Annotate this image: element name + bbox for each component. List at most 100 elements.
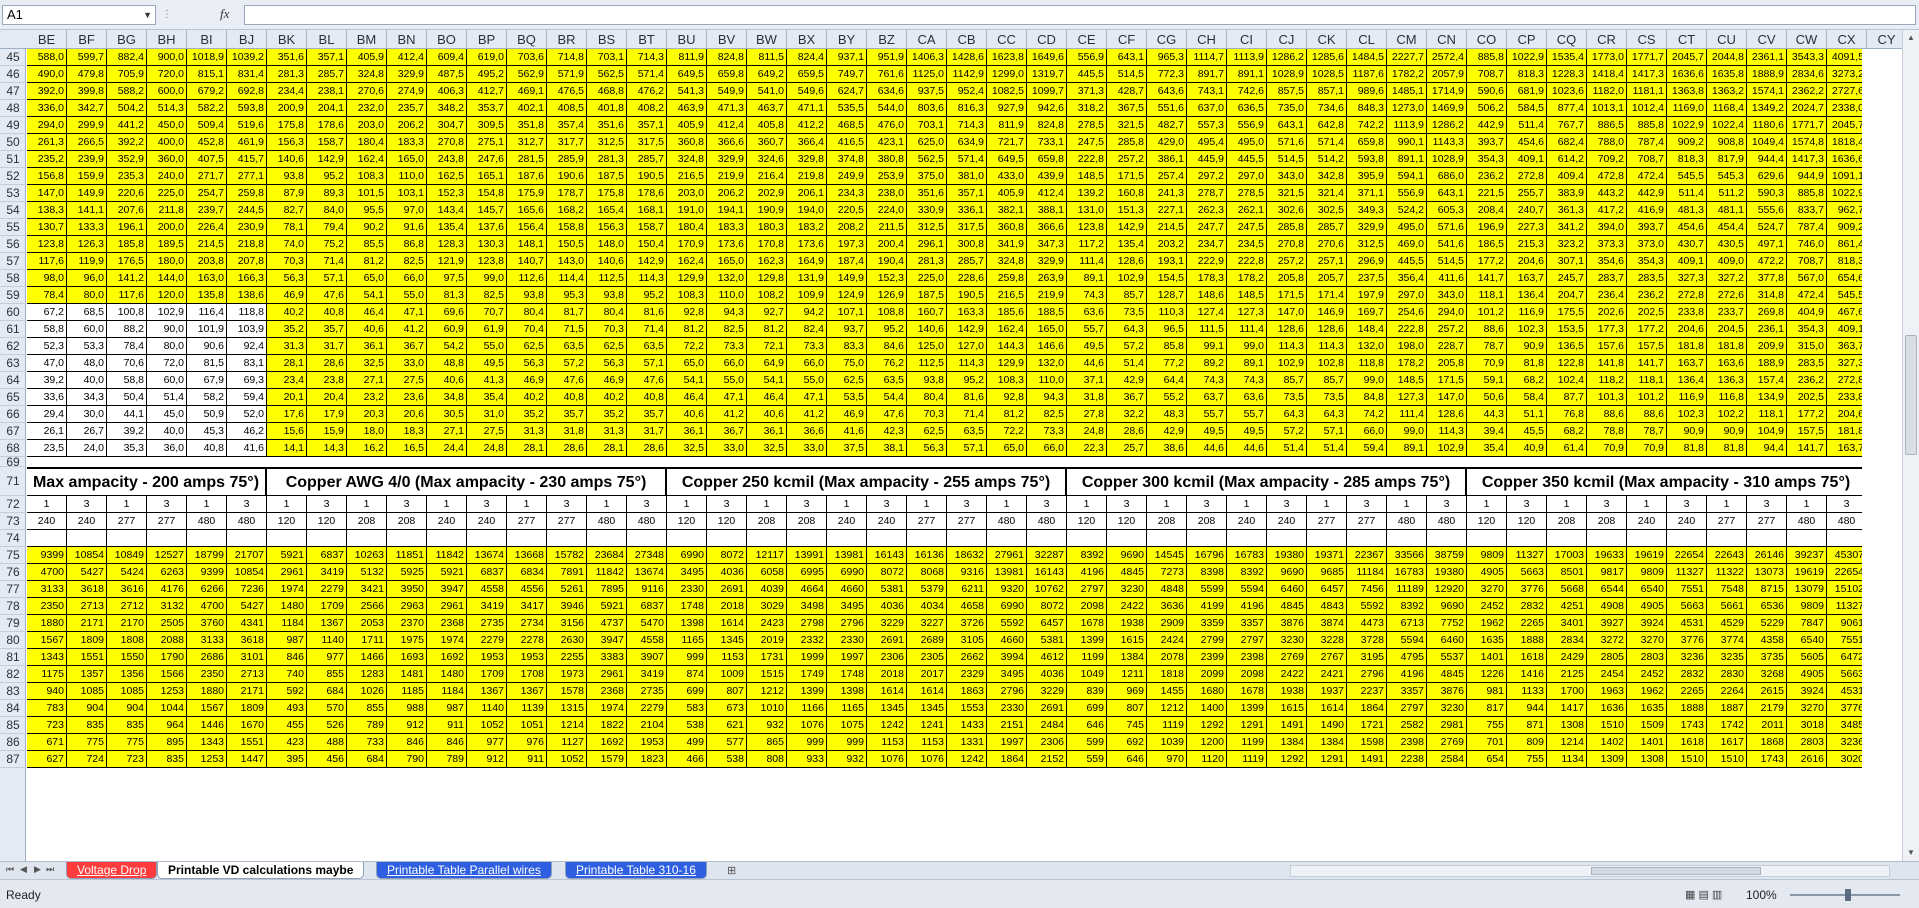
table-cell[interactable]: 74,0 [267,236,307,253]
table-cell[interactable]: 1214 [1547,734,1587,751]
table-cell[interactable]: 15,9 [307,423,347,440]
table-cell[interactable]: 1863 [947,683,987,700]
table-cell[interactable]: 2104 [627,717,667,734]
table-cell[interactable]: 619,0 [467,49,507,66]
table-cell[interactable]: 538 [707,751,747,768]
table-cell[interactable]: 1185 [387,683,427,700]
table-cell[interactable]: 1614 [1307,700,1347,717]
table-cell[interactable]: 101,3 [1587,389,1627,406]
table-cell[interactable]: 13981 [827,547,867,564]
table-cell[interactable]: 1143,3 [1427,134,1467,151]
table-cell[interactable]: 1455 [1147,683,1187,700]
table-cell[interactable]: 649,5 [987,151,1027,168]
table-cell[interactable]: 90,9 [1507,338,1547,355]
table-cell[interactable]: 526 [307,717,347,734]
table-cell[interactable]: 7551 [1667,581,1707,598]
table-cell[interactable]: 714,3 [947,117,987,134]
table-cell[interactable]: 1399 [787,683,827,700]
table-cell[interactable]: 19619 [1787,564,1827,581]
table-cell[interactable]: 433,0 [987,168,1027,185]
table-cell[interactable]: 1010 [747,700,787,717]
table-cell[interactable]: 2078 [1147,649,1187,666]
table-cell[interactable]: 277 [547,513,587,530]
table-cell[interactable]: 285,7 [947,253,987,270]
table-cell[interactable]: 18632 [947,547,987,564]
table-cell[interactable]: 1416 [1507,666,1547,683]
table-cell[interactable]: 16783 [1387,564,1427,581]
table-cell[interactable]: 32,5 [667,440,707,457]
table-cell[interactable]: 734,6 [1307,100,1347,117]
table-cell[interactable]: 555,6 [1747,202,1787,219]
table-cell[interactable]: 205,7 [1307,270,1347,287]
table-cell[interactable]: 999 [827,734,867,751]
table-cell[interactable]: 78,8 [1587,423,1627,440]
table-cell[interactable]: 1367 [507,683,547,700]
table-cell[interactable]: 138,6 [227,287,267,304]
table-cell[interactable]: 81,2 [667,321,707,338]
table-cell[interactable] [1107,530,1147,547]
table-cell[interactable]: 119,9 [67,253,107,270]
table-cell[interactable]: 571,4 [627,66,667,83]
table-cell[interactable]: 141,7 [1787,440,1827,457]
table-cell[interactable]: 123,8 [27,236,67,253]
column-header-cr[interactable]: CR [1587,30,1627,49]
table-cell[interactable]: 504,2 [107,100,147,117]
table-cell[interactable]: 2088 [147,632,187,649]
table-cell[interactable]: 132,0 [1347,338,1387,355]
table-cell[interactable]: 493 [267,700,307,717]
table-cell[interactable]: 4558 [467,581,507,598]
table-cell[interactable]: 148,4 [1347,321,1387,338]
table-cell[interactable]: 63,5 [867,372,907,389]
table-cell[interactable]: 83,3 [827,338,867,355]
table-cell[interactable]: 44,6 [1067,355,1107,372]
table-cell[interactable]: 277 [1347,513,1387,530]
table-cell[interactable]: 177,2 [1787,406,1827,423]
table-cell[interactable] [787,530,827,547]
table-cell[interactable]: 885,8 [1787,185,1827,202]
table-cell[interactable]: 9399 [27,547,67,564]
table-cell[interactable]: 1113,9 [1387,117,1427,134]
table-cell[interactable]: 15782 [547,547,587,564]
table-cell[interactable]: 41,2 [787,406,827,423]
table-cell[interactable]: 2484 [1027,717,1067,734]
table-cell[interactable]: 4039 [747,581,787,598]
table-cell[interactable]: 846 [427,734,467,751]
table-cell[interactable]: 1670 [227,717,267,734]
table-cell[interactable]: 214,5 [187,236,227,253]
table-cell[interactable]: 2727,6 [1827,83,1862,100]
table-cell[interactable]: 108,3 [987,372,1027,389]
table-cell[interactable]: 9809 [1627,564,1667,581]
table-cell[interactable]: 1 [107,496,147,513]
table-cell[interactable] [1147,530,1187,547]
table-cell[interactable]: 4473 [1347,615,1387,632]
table-cell[interactable]: 1184 [267,615,307,632]
table-cell[interactable]: 175,9 [507,185,547,202]
table-cell[interactable]: 1888 [1507,632,1547,649]
table-cell[interactable]: 70,7 [467,304,507,321]
table-cell[interactable]: 99,0 [467,270,507,287]
table-cell[interactable]: 158,8 [547,219,587,236]
table-cell[interactable]: 205,8 [1427,355,1467,372]
table-cell[interactable]: 988 [387,700,427,717]
table-cell[interactable]: 2961 [427,598,467,615]
table-cell[interactable]: 549,9 [707,83,747,100]
table-cell[interactable]: 5592 [987,615,1027,632]
table-cell[interactable]: 2151 [987,717,1027,734]
table-cell[interactable]: 165,0 [707,253,747,270]
table-cell[interactable]: 2057,9 [1427,66,1467,83]
table-cell[interactable]: 85,7 [1307,372,1347,389]
column-header-bl[interactable]: BL [307,30,347,49]
table-cell[interactable]: 30,0 [67,406,107,423]
table-cell[interactable]: 1709 [467,666,507,683]
column-header-br[interactable]: BR [547,30,587,49]
table-cell[interactable]: 442,9 [1467,117,1507,134]
table-cell[interactable]: 366,6 [707,134,747,151]
table-cell[interactable]: 208 [747,513,787,530]
table-cell[interactable]: 165,1 [467,168,507,185]
table-cell[interactable]: 151,3 [1107,202,1147,219]
table-cell[interactable]: 162,4 [347,151,387,168]
table-cell[interactable]: 126,9 [867,287,907,304]
table-cell[interactable]: 11327 [1827,598,1862,615]
table-cell[interactable]: 1997 [827,649,867,666]
table-cell[interactable]: 789 [347,717,387,734]
